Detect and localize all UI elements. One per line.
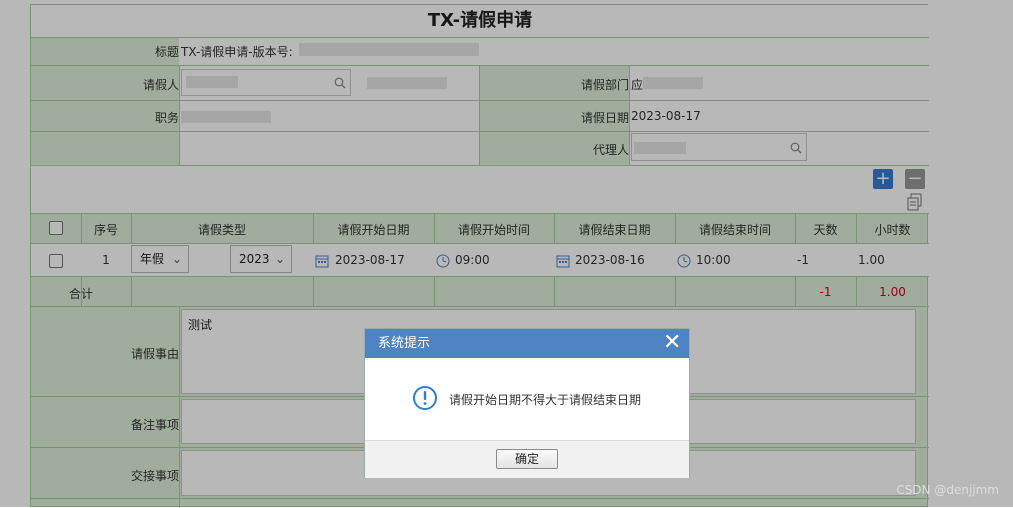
ok-button[interactable]: 确定 (496, 449, 558, 469)
dialog-message: 请假开始日期不得大于请假结束日期 (449, 393, 642, 407)
dialog-title: 系统提示 (365, 329, 689, 358)
watermark: CSDN @denjjmm (896, 483, 999, 497)
page: TX-请假申请 标题 TX-请假申请-版本号: 请假人 请假部门 应 职务 请假… (0, 0, 1013, 508)
dialog-footer: 确定 (365, 440, 689, 478)
warning-icon (413, 386, 437, 410)
system-alert-dialog: 系统提示 ✕ 请假开始日期不得大于请假结束日期 确定 (364, 328, 690, 478)
close-icon[interactable]: ✕ (663, 332, 681, 354)
